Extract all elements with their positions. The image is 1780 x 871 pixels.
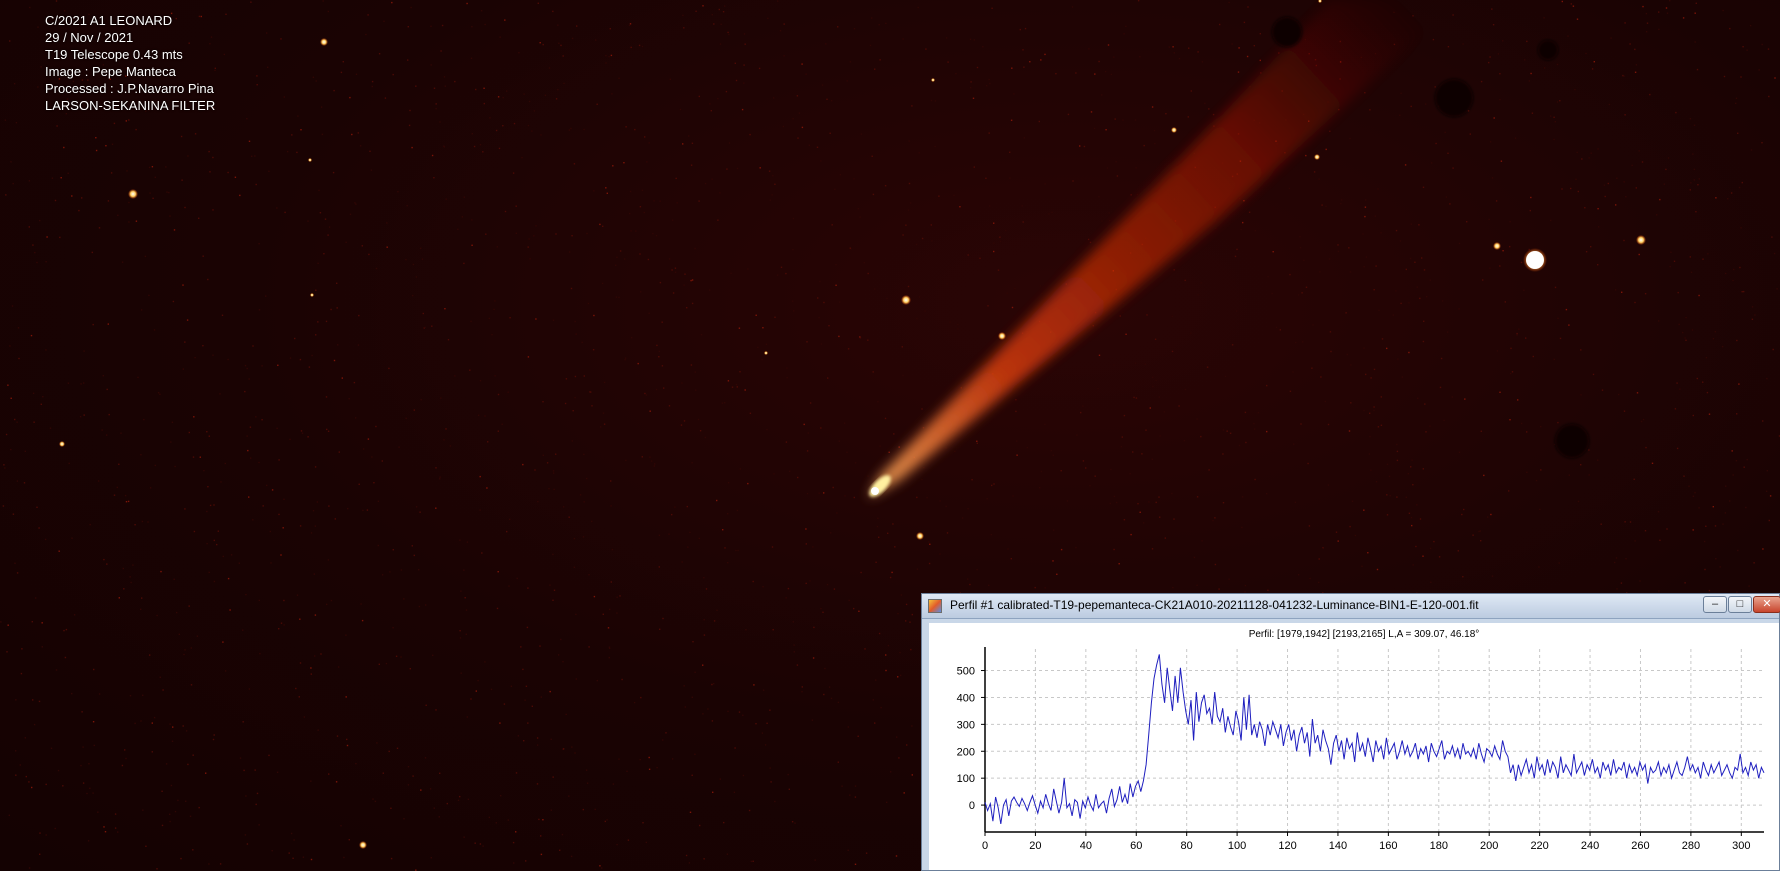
x-tick-label: 220 (1530, 840, 1548, 852)
x-tick-label: 240 (1581, 840, 1599, 852)
x-tick-label: 280 (1682, 840, 1700, 852)
caption-object: C/2021 A1 LEONARD (45, 13, 173, 28)
star (931, 78, 935, 82)
star (59, 441, 65, 447)
maximize-button[interactable]: □ (1728, 596, 1752, 613)
caption-filter: LARSON-SEKANINA FILTER (45, 98, 216, 113)
x-tick-label: 120 (1278, 840, 1296, 852)
star (1318, 0, 1322, 3)
star (764, 351, 768, 355)
profile-series-line (984, 654, 1765, 824)
close-button[interactable]: ✕ (1753, 596, 1780, 613)
profile-window[interactable]: Perfil #1 calibrated-T19-pepemanteca-CK2… (921, 593, 1780, 871)
dark-artifact (1435, 79, 1473, 117)
dark-artifact (1555, 424, 1589, 458)
minimize-button[interactable]: – (1703, 596, 1727, 613)
y-tick-label: 300 (957, 719, 975, 731)
y-tick-label: 500 (957, 666, 975, 678)
x-tick-label: 160 (1379, 840, 1397, 852)
y-tick-label: 200 (957, 746, 975, 758)
profile-chart: 0 20 40 60 80 100 120 140 160 180 200 220 240 260 280 3… (957, 647, 1765, 852)
bright-star-core (1526, 251, 1544, 269)
x-tick-label: 0 (982, 840, 988, 852)
window-title: Perfil #1 calibrated-T19-pepemanteca-CK2… (950, 598, 1479, 612)
star (310, 293, 314, 297)
star (1636, 235, 1646, 245)
star (320, 38, 328, 46)
caption-processor: Processed : J.P.Navarro Pina (45, 81, 214, 96)
x-tick-label: 180 (1430, 840, 1448, 852)
comet-tail (868, 0, 1460, 498)
star (901, 295, 911, 305)
x-tick-label: 200 (1480, 840, 1498, 852)
star (1171, 127, 1177, 133)
profile-app-icon (928, 599, 942, 613)
x-tick-label: 100 (1228, 840, 1246, 852)
x-tick-label: 140 (1329, 840, 1347, 852)
x-tick-label: 80 (1181, 840, 1193, 852)
star (916, 532, 924, 540)
star (998, 332, 1006, 340)
x-tick-label: 60 (1130, 840, 1142, 852)
star (1314, 154, 1320, 160)
star (359, 841, 367, 849)
y-tick-label: 400 (957, 692, 975, 704)
x-tick-label: 20 (1029, 840, 1041, 852)
star (308, 158, 312, 162)
dark-artifact (1272, 17, 1302, 47)
y-tick-label: 0 (969, 800, 975, 812)
x-tick-label: 300 (1732, 840, 1750, 852)
caption-author: Image : Pepe Manteca (45, 64, 176, 79)
comet-nucleus (871, 487, 879, 495)
dark-artifact (1538, 40, 1558, 60)
x-tick-label: 40 (1080, 840, 1092, 852)
image-caption: C/2021 A1 LEONARD 29 / Nov / 2021 T19 Te… (45, 12, 215, 114)
profile-plot-area: Perfil: [1979,1942] [2193,2165] L,A = 30… (929, 623, 1779, 870)
star (128, 189, 138, 199)
x-tick-label: 260 (1631, 840, 1649, 852)
caption-telescope: T19 Telescope 0.43 mts (45, 47, 183, 62)
caption-date: 29 / Nov / 2021 (45, 30, 134, 45)
star (1493, 242, 1501, 250)
window-titlebar[interactable]: Perfil #1 calibrated-T19-pepemanteca-CK2… (922, 594, 1780, 619)
y-tick-label: 100 (957, 773, 975, 785)
